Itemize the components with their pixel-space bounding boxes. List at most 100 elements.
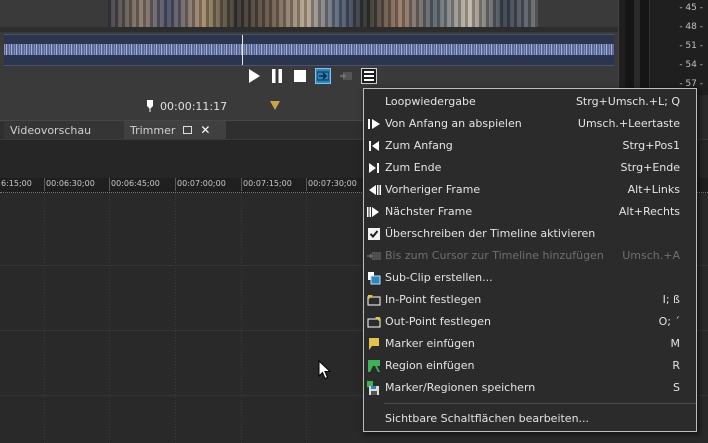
menu-item-sub-clip-erstellen[interactable]: Sub-Clip erstellen... (364, 267, 696, 289)
ruler-label: 6:15;00 (1, 179, 32, 188)
meter-label: - 54 - (679, 60, 703, 70)
tab-trimmer[interactable]: Trimmer ✕ (124, 121, 226, 139)
trimmer-options-menu: Loopwiedergabe Strg+Umsch.+L; Q Von Anfa… (363, 88, 697, 432)
menu-item-label: Zum Ende (385, 161, 442, 174)
menu-item-label: Sub-Clip erstellen... (385, 271, 493, 284)
grid-line (306, 193, 307, 443)
ruler-tick (109, 178, 110, 191)
menu-item-label: Marker/Regionen speichern (385, 381, 536, 394)
ruler-label: 00:06:30;00 (46, 179, 95, 188)
undock-icon[interactable] (183, 126, 193, 134)
ruler-label: 00:07:00;00 (177, 179, 226, 188)
video-frame-edge (0, 27, 618, 32)
menu-item-label: Von Anfang an abspielen (385, 117, 522, 130)
overwrite-timeline-button[interactable] (315, 68, 331, 84)
hamburger-menu-icon (364, 71, 374, 81)
meter-label: - 45 - (679, 3, 703, 13)
menu-item-shortcut: Strg+Ende (620, 161, 681, 174)
video-thumbnail (108, 0, 538, 27)
audio-meter-panel: - 45 - - 48 - - 51 - - 54 - - 57 - (618, 0, 708, 95)
previous-frame-icon (369, 185, 381, 195)
menu-item-shortcut: I; ß (662, 293, 680, 306)
play-icon (249, 69, 260, 83)
menu-item-zum-anfang[interactable]: Zum Anfang Strg+Pos1 (364, 135, 696, 157)
region-icon (368, 360, 380, 372)
stop-icon (294, 70, 306, 82)
meter-channel (625, 0, 650, 95)
audio-waveform (4, 44, 614, 55)
out-point-icon (367, 317, 381, 328)
tab-videovorschau[interactable]: Videovorschau (4, 121, 128, 139)
ruler-tick (175, 178, 176, 191)
menu-item-marker-regionen-speichern[interactable]: Marker/Regionen speichern S (364, 377, 696, 399)
tab-trimmer-label: Trimmer (130, 123, 176, 137)
go-to-end-icon (369, 163, 379, 173)
menu-separator (384, 403, 696, 404)
next-frame-icon (367, 207, 379, 217)
menu-item-region-einfuegen[interactable]: Region einfügen R (364, 355, 696, 377)
menu-item-zum-ende[interactable]: Zum Ende Strg+Ende (364, 157, 696, 179)
grid-line (241, 193, 242, 443)
add-to-timeline-button[interactable] (338, 68, 354, 84)
grid-line (175, 193, 176, 443)
menu-item-label: Zum Anfang (385, 139, 453, 152)
menu-item-label: In-Point festlegen (385, 293, 482, 306)
out-marker-icon[interactable] (270, 101, 280, 110)
meter-label: - 48 - (679, 22, 703, 32)
menu-item-label: Region einfügen (385, 359, 475, 372)
grid-line (44, 193, 45, 443)
menu-item-ueberschreiben-aktivieren[interactable]: Überschreiben der Timeline aktivieren (364, 223, 696, 245)
add-to-timeline-icon (340, 72, 352, 80)
trimmer-playhead[interactable] (242, 35, 243, 65)
transport-controls (246, 67, 377, 85)
menu-item-label: Nächster Frame (385, 205, 473, 218)
close-icon[interactable]: ✕ (200, 123, 210, 137)
menu-item-shortcut: S (673, 381, 680, 394)
menu-item-marker-einfuegen[interactable]: Marker einfügen M (364, 333, 696, 355)
playhead-marker-icon (147, 100, 153, 112)
in-point-icon (367, 295, 381, 306)
stop-button[interactable] (292, 68, 308, 84)
ruler-label: 00:07:30;00 (308, 179, 357, 188)
menu-item-vorheriger-frame[interactable]: Vorheriger Frame Alt+Links (364, 179, 696, 201)
ruler-tick (306, 178, 307, 191)
menu-item-bis-zum-cursor-hinzufuegen: Bis zum Cursor zur Timeline hinzufügen U… (364, 245, 696, 267)
menu-item-shortcut: Strg+Umsch.+L; Q (575, 95, 680, 108)
ruler-tick (241, 178, 242, 191)
timecode-text: 00:00:11:17 (160, 99, 228, 113)
audio-waveform-track[interactable] (4, 34, 614, 66)
menu-item-shortcut: R (672, 359, 680, 372)
menu-item-label: Out-Point festlegen (385, 315, 491, 328)
pause-button[interactable] (269, 68, 285, 84)
menu-item-schaltflaechen-bearbeiten[interactable]: Sichtbare Schaltflächen bearbeiten... (364, 408, 696, 430)
menu-item-label: Loopwiedergabe (385, 95, 476, 108)
subclip-icon (368, 272, 381, 285)
play-button[interactable] (246, 68, 262, 84)
menu-item-in-point-festlegen[interactable]: In-Point festlegen I; ß (364, 289, 696, 311)
insert-arrow-icon (317, 71, 329, 81)
checkbox-checked-icon (368, 228, 380, 240)
menu-item-label: Sichtbare Schaltflächen bearbeiten... (385, 412, 590, 425)
marker-icon (369, 338, 379, 350)
menu-item-shortcut: M (670, 337, 681, 350)
go-to-start-icon (369, 141, 379, 151)
trimmer-timecode: 00:00:11:17 (146, 98, 227, 114)
menu-item-label: Marker einfügen (385, 337, 475, 350)
ruler-label: 00:06:45;00 (111, 179, 160, 188)
menu-item-label: Überschreiben der Timeline aktivieren (385, 227, 596, 240)
menu-item-shortcut: Alt+Links (627, 183, 680, 196)
play-from-start-icon (368, 119, 380, 129)
menu-item-label: Bis zum Cursor zur Timeline hinzufügen (385, 249, 604, 262)
meter-bar (634, 0, 640, 95)
grid-line (109, 193, 110, 443)
menu-item-label: Vorheriger Frame (385, 183, 481, 196)
menu-item-shortcut: Umsch.+Leertaste (577, 117, 680, 130)
menu-item-naechster-frame[interactable]: Nächster Frame Alt+Rechts (364, 201, 696, 223)
menu-item-loopwiedergabe[interactable]: Loopwiedergabe Strg+Umsch.+L; Q (364, 91, 696, 113)
add-to-cursor-icon (367, 252, 381, 260)
more-options-button[interactable] (361, 68, 377, 84)
menu-item-von-anfang-abspielen[interactable]: Von Anfang an abspielen Umsch.+Leertaste (364, 113, 696, 135)
ruler-tick (44, 178, 45, 191)
menu-item-shortcut: O; ´ (658, 315, 680, 328)
menu-item-out-point-festlegen[interactable]: Out-Point festlegen O; ´ (364, 311, 696, 333)
